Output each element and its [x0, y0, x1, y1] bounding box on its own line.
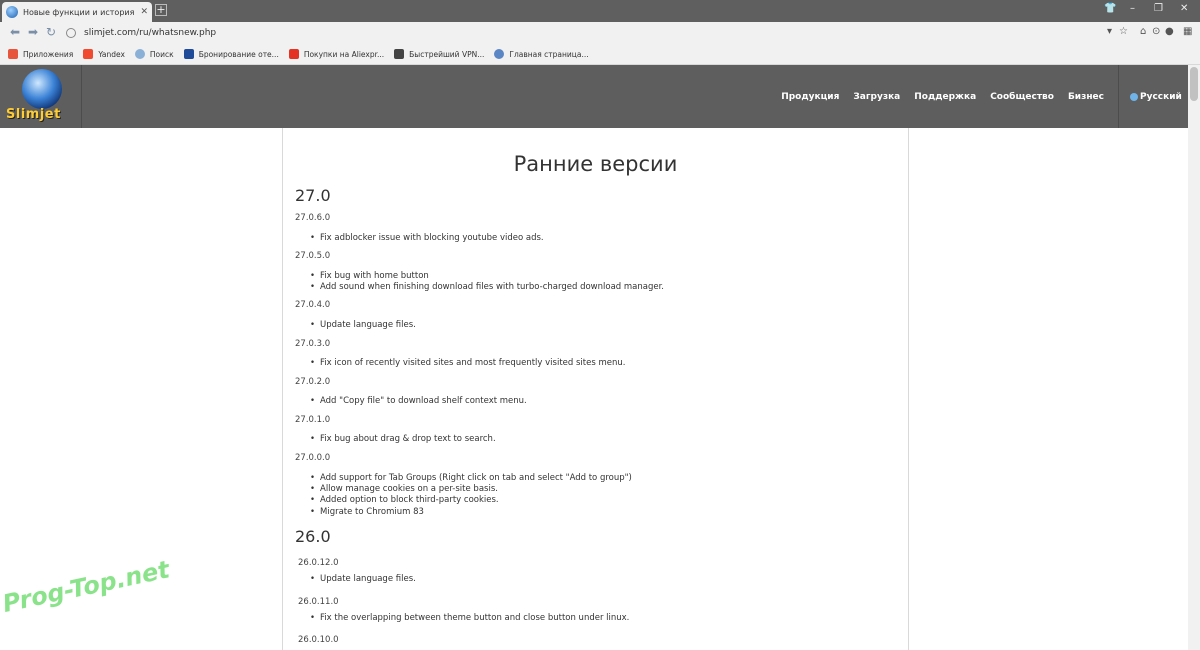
language-selector[interactable]: Русский: [1130, 92, 1182, 102]
browser-tabstrip: Новые функции и история изме ✕ + 👕 – ❐ ✕: [0, 0, 1200, 22]
nav-business[interactable]: Бизнес: [1068, 92, 1104, 102]
bookmark-item[interactable]: Покупки на Aliexpr...: [288, 49, 385, 59]
reload-icon[interactable]: ↻: [42, 25, 60, 39]
tab-title: Новые функции и история изме: [23, 7, 136, 17]
booking-icon: [183, 49, 194, 59]
bookmark-label: Yandex: [98, 49, 125, 59]
page-scrollbar[interactable]: [1188, 65, 1200, 650]
release-version: 27.0.2.0: [295, 377, 331, 387]
divider: [1118, 65, 1119, 128]
release-version: 26.0.11.0: [298, 597, 339, 607]
nav-products[interactable]: Продукция: [781, 92, 839, 102]
nav-download[interactable]: Загрузка: [853, 92, 900, 102]
forward-arrow-icon[interactable]: ➡: [24, 25, 42, 39]
release-version: 26.0.10.0: [298, 635, 339, 645]
window-close-icon[interactable]: ✕: [1180, 3, 1188, 14]
globe-icon: [1130, 93, 1138, 101]
release-note: Update language files.: [310, 320, 416, 330]
site-favicon-icon: [6, 6, 18, 18]
site-header: Slimjet Продукция Загрузка Поддержка Соо…: [0, 65, 1188, 128]
extension-icon[interactable]: ⊙: [1152, 26, 1160, 37]
bookmark-label: Главная страница...: [509, 49, 589, 59]
bookmark-label: Приложения: [23, 49, 74, 59]
release-note: Fix the overlapping between theme button…: [310, 613, 629, 623]
bookmark-star-icon[interactable]: ☆: [1119, 26, 1128, 37]
scrollbar-thumb[interactable]: [1190, 67, 1198, 101]
release-version: 27.0.0.0: [295, 453, 331, 463]
yandex-icon: [83, 49, 94, 59]
restore-icon[interactable]: ❐: [1154, 3, 1163, 14]
url-text: slimjet.com/ru/whatsnew.php: [84, 28, 217, 38]
search-globe-icon: [134, 49, 145, 59]
nav-support[interactable]: Поддержка: [914, 92, 976, 102]
bookmark-label: Покупки на Aliexpr...: [303, 49, 385, 59]
release-note: Migrate to Chromium 83: [310, 507, 424, 517]
bookmark-item[interactable]: Поиск: [134, 49, 174, 59]
release-note: Allow manage cookies on a per-site basis…: [310, 484, 498, 494]
watermark: Prog-Top.net: [0, 555, 172, 618]
bookmarks-bar: Приложения Yandex Поиск Бронирование оте…: [0, 44, 1200, 65]
content-column: [282, 128, 909, 650]
aliexpress-icon: [288, 49, 299, 59]
release-version: 27.0.1.0: [295, 415, 331, 425]
dropdown-icon[interactable]: ▾: [1107, 26, 1112, 37]
globe-logo-icon: [22, 69, 62, 109]
bookmark-label: Поиск: [149, 49, 174, 59]
language-label: Русский: [1140, 92, 1182, 102]
page-title: Ранние версии: [513, 152, 678, 176]
release-version: 27.0.6.0: [295, 213, 331, 223]
bookmark-item[interactable]: Главная страница...: [494, 49, 589, 59]
release-note: Fix bug with home button: [310, 271, 429, 281]
bookmark-label: Быстрейший VPN...: [409, 49, 485, 59]
release-note: Update language files.: [310, 574, 416, 584]
version-heading: 26.0: [295, 527, 331, 546]
site-logo[interactable]: Slimjet: [0, 65, 82, 128]
back-arrow-icon[interactable]: ⬅: [6, 25, 24, 39]
profile-shirt-icon[interactable]: 👕: [1104, 3, 1116, 14]
home-icon[interactable]: ⌂: [1140, 26, 1146, 37]
release-note: Fix adblocker issue with blocking youtub…: [310, 233, 544, 243]
bookmark-item[interactable]: Бронирование оте...: [183, 49, 279, 59]
logo-text: Slimjet: [6, 107, 61, 122]
release-version: 27.0.4.0: [295, 300, 331, 310]
address-bar[interactable]: slimjet.com/ru/whatsnew.php: [66, 24, 1136, 42]
close-tab-icon[interactable]: ✕: [140, 7, 148, 17]
account-icon[interactable]: ●: [1165, 26, 1174, 37]
bookmark-item[interactable]: Yandex: [83, 49, 125, 59]
bookmark-item[interactable]: Быстрейший VPN...: [394, 49, 484, 59]
bookmark-label: Бронирование оте...: [198, 49, 279, 59]
site-info-icon[interactable]: [66, 28, 76, 38]
release-version: 27.0.5.0: [295, 251, 331, 261]
browser-toolbar: ⬅ ➡ ↻ slimjet.com/ru/whatsnew.php ▾ ☆ ⌂ …: [0, 22, 1200, 44]
menu-icon[interactable]: ▦: [1183, 26, 1192, 37]
release-version: 27.0.3.0: [295, 339, 331, 349]
version-heading: 27.0: [295, 186, 331, 205]
vpn-icon: [394, 49, 405, 59]
homepage-globe-icon: [494, 49, 505, 59]
new-tab-button[interactable]: +: [155, 4, 167, 16]
main-nav: Продукция Загрузка Поддержка Сообщество …: [767, 92, 1104, 102]
bookmark-item[interactable]: Приложения: [8, 49, 73, 59]
nav-community[interactable]: Сообщество: [990, 92, 1054, 102]
minimize-icon[interactable]: –: [1130, 3, 1135, 14]
release-note: Add support for Tab Groups (Right click …: [310, 473, 632, 483]
release-version: 26.0.12.0: [298, 558, 339, 568]
browser-tab[interactable]: Новые функции и история изме ✕: [2, 2, 152, 22]
release-note: Add "Copy file" to download shelf contex…: [310, 396, 527, 406]
release-note: Add sound when finishing download files …: [310, 282, 664, 292]
release-note: Fix bug about drag & drop text to search…: [310, 434, 496, 444]
release-note: Added option to block third-party cookie…: [310, 495, 499, 505]
release-note: Fix icon of recently visited sites and m…: [310, 358, 625, 368]
apps-grid-icon: [8, 49, 18, 59]
